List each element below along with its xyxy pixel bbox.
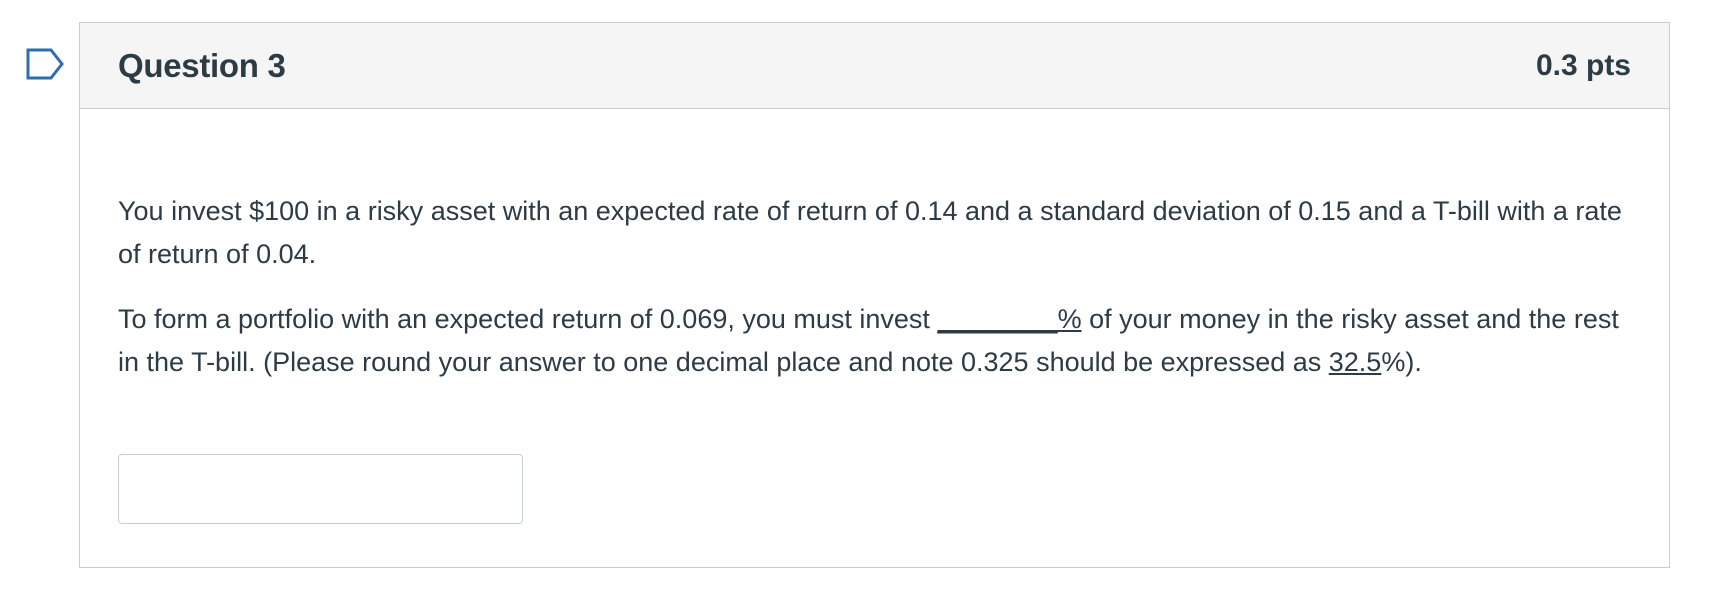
question-points: 0.3 pts [1535,48,1631,82]
answer-input[interactable] [118,454,523,524]
quiz-page: Question 3 0.3 pts You invest $100 in a … [0,0,1734,610]
question-text-part-3: %). [1381,347,1422,377]
example-value: 32.5 [1328,347,1382,377]
question-title: Question 3 [118,46,286,84]
question-text-part-1: To form a portfolio with an expected ret… [118,304,938,334]
flag-question-icon[interactable] [26,48,64,80]
question-card: Question 3 0.3 pts You invest $100 in a … [79,22,1670,568]
question-paragraph-1: You invest $100 in a risky asset with an… [118,196,1622,269]
question-header: Question 3 0.3 pts [80,23,1669,109]
question-paragraph-2: To form a portfolio with an expected ret… [118,276,1631,384]
answer-blank: ________% [937,304,1082,334]
question-body: You invest $100 in a risky asset with an… [80,109,1669,524]
